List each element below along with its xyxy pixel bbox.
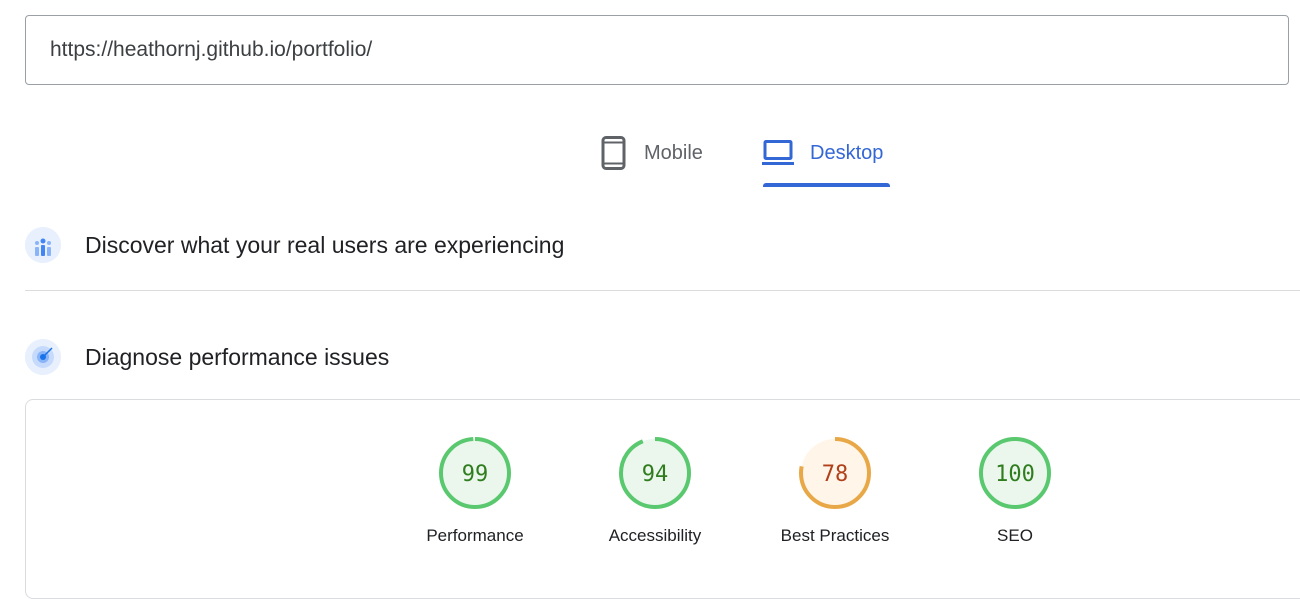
score-gauge-ring: 78 (799, 437, 871, 509)
laptop-icon (762, 139, 794, 167)
lab-data-section-header[interactable]: Diagnose performance issues (25, 339, 389, 375)
field-data-title: Discover what your real users are experi… (85, 231, 565, 258)
score-gauge-ring: 99 (439, 437, 511, 509)
score-gauge-best-practices[interactable]: 78 Best Practices (745, 436, 925, 546)
score-gauge-accessibility[interactable]: 94 Accessibility (565, 436, 745, 546)
score-label: Best Practices (780, 526, 890, 545)
tab-mobile-label: Mobile (644, 141, 703, 164)
score-label: SEO (997, 526, 1033, 545)
score-gauge-ring: 94 (619, 437, 691, 509)
score-value: 100 (995, 462, 1035, 487)
score-value: 78 (822, 462, 849, 487)
score-label: Accessibility (608, 526, 702, 545)
url-input[interactable] (50, 38, 1288, 62)
score-gauge-seo[interactable]: 100 SEO (925, 436, 1105, 546)
score-gauge-performance[interactable]: 99 Performance (385, 436, 565, 546)
score-label: Performance (426, 526, 524, 545)
device-tabs: Mobile Desktop (0, 118, 1300, 190)
tab-desktop[interactable]: Desktop (762, 118, 883, 188)
lab-data-title: Diagnose performance issues (85, 343, 390, 370)
radar-icon (25, 339, 61, 375)
score-value: 99 (462, 462, 489, 487)
score-value: 94 (642, 462, 669, 487)
mobile-phone-icon (600, 136, 628, 170)
users-chart-icon (25, 227, 61, 263)
tab-mobile[interactable]: Mobile (600, 118, 703, 188)
tab-desktop-label: Desktop (810, 141, 884, 164)
field-data-section-header[interactable]: Discover what your real users are experi… (25, 227, 564, 263)
url-field[interactable] (25, 15, 1289, 85)
section-divider (25, 290, 1300, 291)
tab-selected-indicator (763, 183, 890, 187)
score-gauge-ring: 100 (979, 437, 1051, 509)
